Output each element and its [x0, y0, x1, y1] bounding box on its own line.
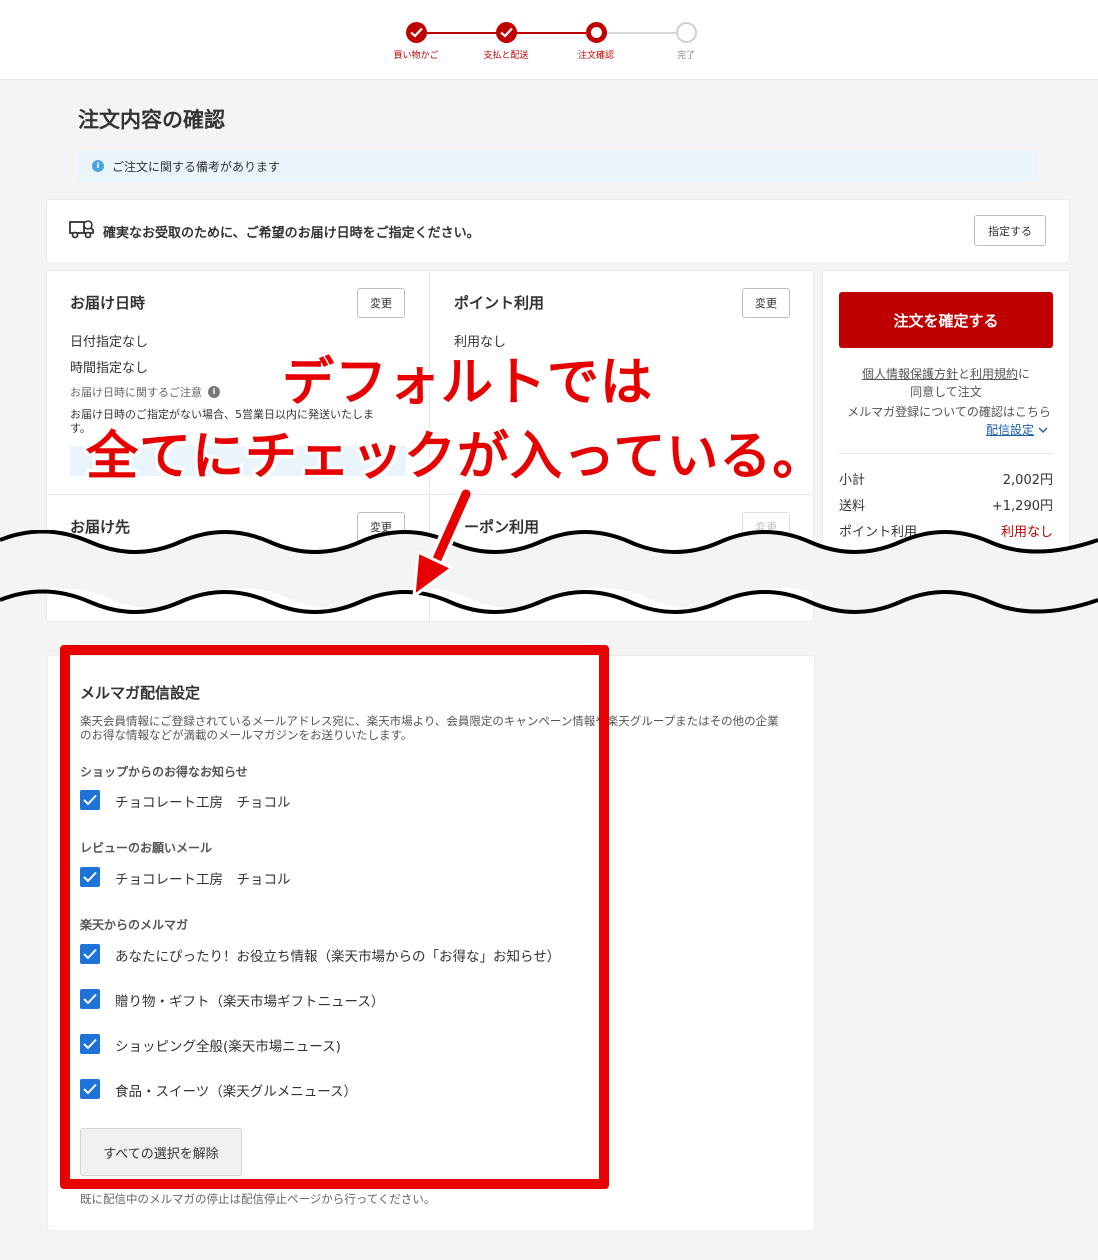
summary-value: +1,290円	[991, 499, 1053, 514]
step-order-confirm: 注文確認	[551, 22, 641, 61]
pending-step-icon	[675, 22, 697, 43]
notice-text: ご注文に関する備考があります	[112, 159, 281, 174]
annotation-line-2: 全てにチェックが入っている。	[86, 427, 826, 487]
delivery-settings-label: 配信設定	[986, 423, 1035, 437]
step-cart: 買い物かご	[371, 22, 461, 61]
step-complete: 完了	[641, 22, 731, 61]
summary-divider	[839, 453, 1053, 454]
delivery-caution[interactable]: お届け日時に関するご注意 i	[70, 384, 220, 400]
step-label: 注文確認	[577, 51, 614, 61]
delivery-settings-link[interactable]: 配信設定	[986, 421, 1048, 438]
current-step-icon	[585, 22, 607, 43]
delivery-truck-icon	[69, 218, 95, 244]
delivery-caution-label: お届け日時に関するご注意	[70, 386, 202, 399]
highlight-box	[60, 645, 609, 1189]
step-label: 買い物かご	[393, 51, 439, 61]
privacy-policy-link[interactable]: 個人情報保護方針	[862, 367, 958, 381]
summary-label: 小計	[839, 473, 866, 488]
terms-link[interactable]: 利用規約	[970, 367, 1018, 381]
summary-subtotal: 小計 2,002円	[839, 469, 1053, 488]
info-icon: i	[92, 160, 104, 172]
info-icon: i	[208, 386, 220, 398]
chevron-down-icon	[1038, 423, 1048, 437]
summary-label: 送料	[839, 499, 866, 514]
unsubscribe-note: 既に配信中のメルマガの停止は配信停止ページから行ってください。	[80, 1192, 436, 1206]
order-notice[interactable]: i ご注文に関する備考があります	[78, 150, 1038, 182]
change-points-button[interactable]: 変更	[742, 288, 790, 318]
agreement-conjunction: と	[957, 367, 970, 381]
agreement-text: 個人情報保護方針と利用規約に	[839, 365, 1053, 382]
step-label: 完了	[676, 51, 695, 61]
check-icon	[495, 22, 517, 43]
step-label: 支払と配送	[483, 51, 529, 61]
step-payment-delivery: 支払と配送	[461, 22, 551, 61]
check-icon	[405, 22, 427, 43]
delivery-time-banner: 確実なお受取のために、ご希望のお届け日時をご指定ください。	[46, 199, 1070, 263]
delivery-time-value: 時間指定なし	[70, 361, 149, 376]
mailmag-confirm-note: メルマガ登録についての確認はこちら	[847, 405, 1051, 419]
page-title: 注文内容の確認	[78, 108, 225, 132]
torn-edge-separator	[0, 530, 1098, 614]
delivery-date-value: 日付指定なし	[70, 335, 149, 350]
annotation-line-1: デフォルトでは	[282, 353, 654, 413]
annotation-arrow-icon	[412, 488, 474, 598]
summary-value: 2,002円	[1002, 473, 1053, 488]
delivery-datetime-title: お届け日時	[70, 294, 146, 312]
checkout-progress-bar: 買い物かご 支払と配送 注文確認 完了	[0, 0, 1098, 80]
confirm-order-button[interactable]: 注文を確定する	[839, 292, 1053, 348]
points-title: ポイント利用	[454, 294, 545, 312]
delivery-banner-text: 確実なお受取のために、ご希望のお届け日時をご指定ください。	[103, 225, 480, 241]
summary-shipping: 送料 +1,290円	[839, 495, 1053, 514]
agreement-suffix: に	[1018, 367, 1031, 381]
specify-delivery-button[interactable]: 指定する	[974, 215, 1046, 246]
change-delivery-datetime-button[interactable]: 変更	[357, 288, 405, 318]
agreement-line-2: 同意して注文	[910, 385, 982, 399]
